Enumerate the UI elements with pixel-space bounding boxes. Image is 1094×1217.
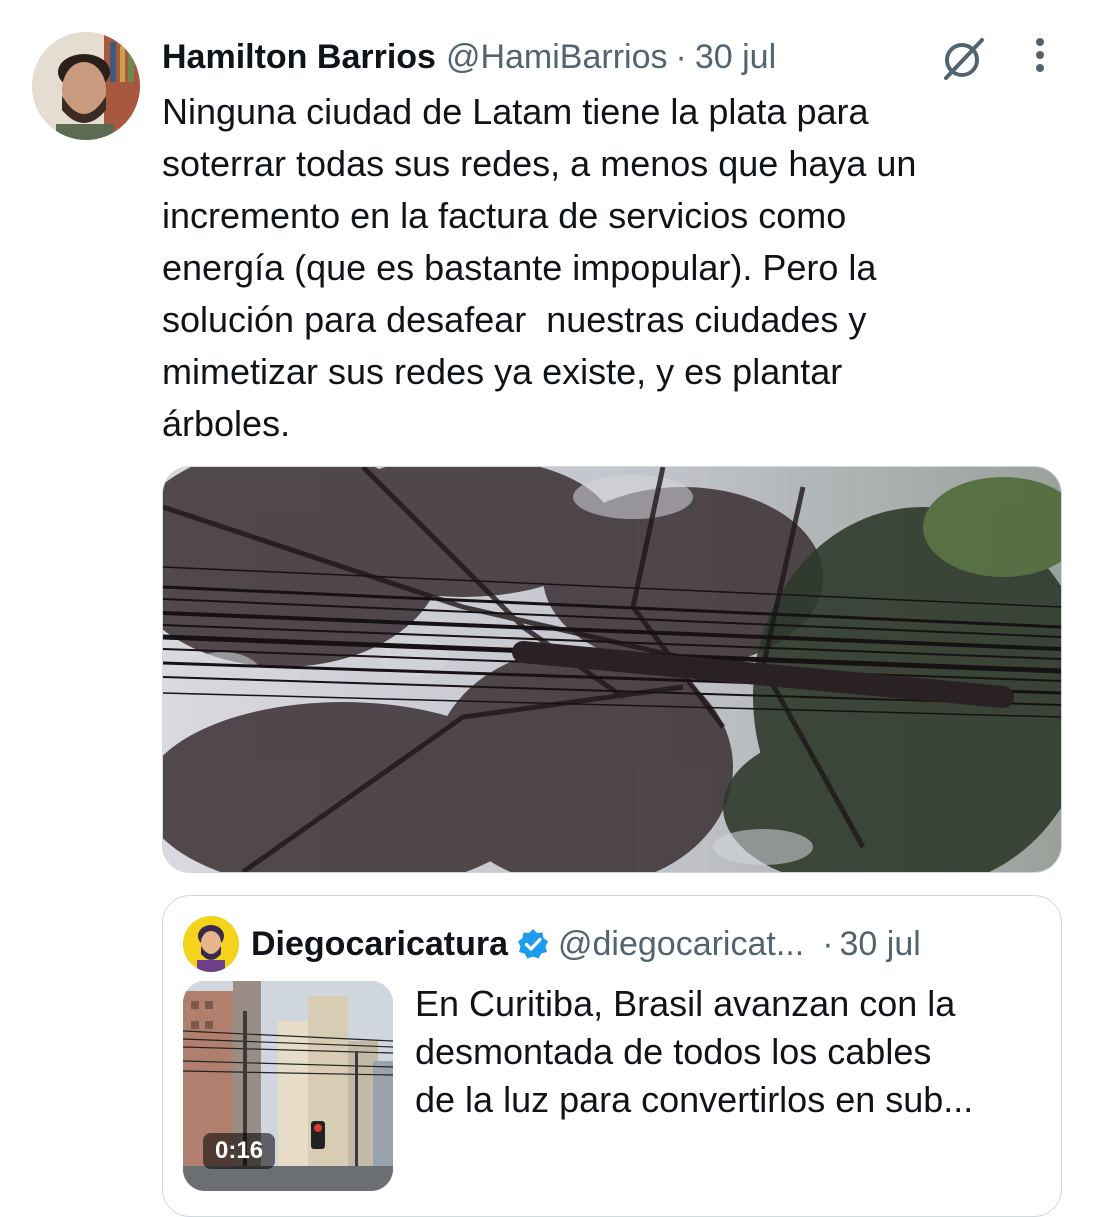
quoted-video-thumbnail[interactable]: 0:16 <box>183 981 393 1191</box>
quoted-author-handle[interactable]: @diegocaricat... <box>558 925 804 964</box>
quoted-tweet[interactable]: Diegocaricatura @diegocaricat... · 30 ju… <box>162 895 1062 1217</box>
tweet-header: Hamilton Barrios @HamiBarrios · 30 jul <box>162 34 942 80</box>
video-duration: 0:16 <box>203 1133 276 1169</box>
author-handle[interactable]: @HamiBarrios <box>446 38 668 77</box>
trees-cables-photo <box>163 467 1061 872</box>
author-name[interactable]: Hamilton Barrios <box>162 38 436 77</box>
caricature-avatar <box>183 916 239 972</box>
quoted-header-separator: · <box>822 924 834 963</box>
quoted-tweet-date[interactable]: 30 jul <box>840 925 921 964</box>
tweet-media-photo[interactable] <box>162 466 1062 873</box>
grok-icon[interactable] <box>938 34 988 84</box>
quoted-tweet-header: Diegocaricatura @diegocaricat... · 30 ju… <box>183 916 1041 972</box>
tweet-text: Ninguna ciudad de Latam tiene la plata p… <box>162 91 917 444</box>
tweet-date[interactable]: 30 jul <box>695 38 776 77</box>
quoted-tweet-text: En Curitiba, Brasil avanzan con la desmo… <box>415 983 974 1120</box>
more-options-icon[interactable] <box>1022 34 1058 80</box>
author-avatar[interactable] <box>32 32 140 140</box>
quoted-author-name[interactable]: Diegocaricatura <box>251 925 508 964</box>
verified-badge-icon <box>518 929 548 959</box>
avatar-photo <box>32 32 140 140</box>
header-separator: · <box>675 37 687 76</box>
quoted-author-avatar[interactable] <box>183 916 239 972</box>
